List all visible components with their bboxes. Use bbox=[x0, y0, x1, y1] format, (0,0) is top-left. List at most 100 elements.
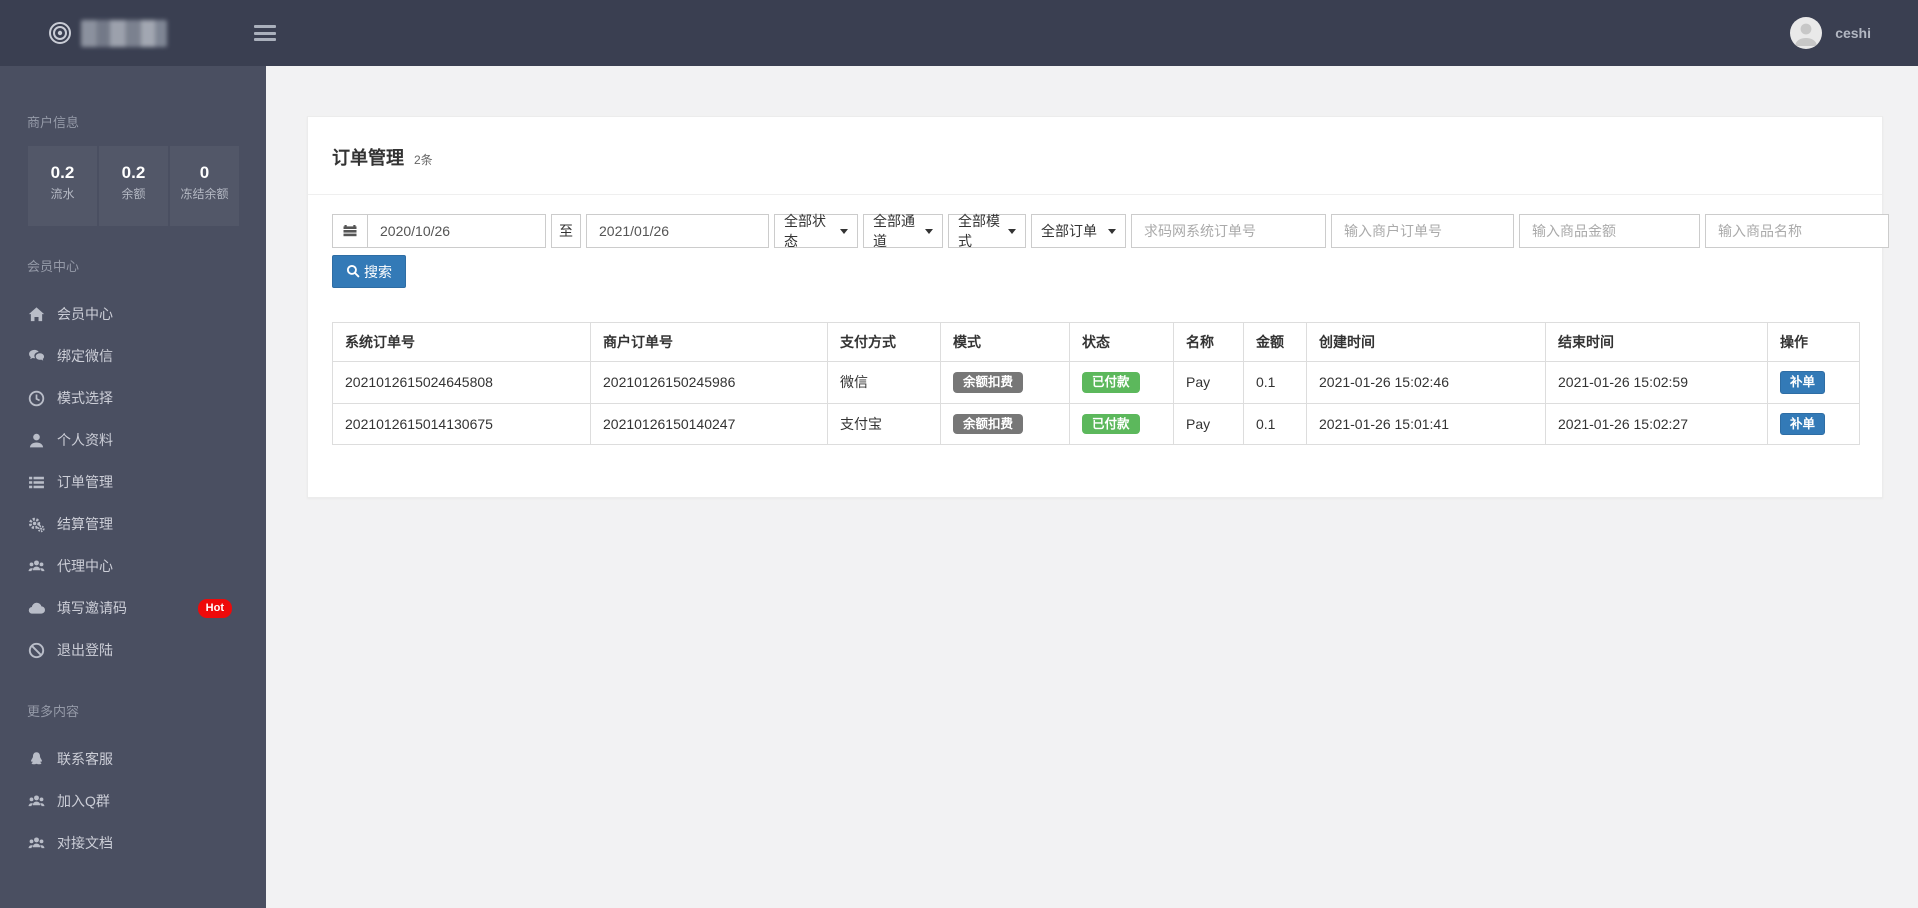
sidebar-item-bind-wechat[interactable]: 绑定微信 bbox=[0, 335, 266, 377]
users-icon bbox=[28, 793, 45, 810]
sidebar-item-member-center[interactable]: 会员中心 bbox=[0, 293, 266, 335]
search-button[interactable]: 搜索 bbox=[332, 255, 406, 288]
system-order-no: 2021012615014130675 bbox=[332, 402, 591, 445]
merchant-order-no-input[interactable] bbox=[1331, 214, 1514, 248]
avatar[interactable] bbox=[1790, 17, 1823, 49]
mode-badge: 余额扣费 bbox=[953, 413, 1024, 434]
wechat-icon bbox=[28, 348, 45, 365]
sidebar-item-contact-support[interactable]: 联系客服 bbox=[0, 738, 266, 780]
mode-badge: 余额扣费 bbox=[953, 372, 1024, 393]
top-navbar: ceshi bbox=[0, 0, 1918, 66]
sidebar-item-mode-select[interactable]: 模式选择 bbox=[0, 377, 266, 419]
reissue-order-button[interactable]: 补单 bbox=[1780, 412, 1826, 435]
cogs-icon bbox=[28, 516, 45, 533]
col-ended-at: 结束时间 bbox=[1545, 322, 1768, 362]
username[interactable]: ceshi bbox=[1835, 25, 1871, 41]
reissue-order-button[interactable]: 补单 bbox=[1780, 371, 1826, 394]
order-count: 2条 bbox=[414, 153, 433, 167]
channel-select[interactable]: 全部通道 bbox=[863, 213, 943, 249]
ended-at: 2021-01-26 15:02:27 bbox=[1545, 402, 1768, 445]
merchant-order-no: 20210126150140247 bbox=[590, 402, 828, 445]
hot-badge: Hot bbox=[197, 598, 232, 618]
users-icon bbox=[28, 558, 45, 575]
status-select[interactable]: 全部状态 bbox=[774, 213, 858, 249]
product-name: Pay bbox=[1173, 361, 1244, 404]
section-label-merchant-info: 商户信息 bbox=[27, 115, 80, 130]
sidebar-item-join-qq-group[interactable]: 加入Q群 bbox=[0, 780, 266, 822]
section-label-member-center: 会员中心 bbox=[27, 259, 80, 274]
col-name: 名称 bbox=[1173, 322, 1244, 362]
col-action: 操作 bbox=[1767, 322, 1860, 362]
ended-at: 2021-01-26 15:02:59 bbox=[1545, 361, 1768, 404]
app-root: ceshi 商户信息 0.2 流水 0.2 余额 0 冻结余额 会员中心 会员中… bbox=[0, 0, 1918, 908]
table-row: 2021012615014130675 20210126150140247 支付… bbox=[332, 402, 1860, 445]
navbar-user-area: ceshi bbox=[1790, 17, 1918, 49]
sidebar-item-agent-center[interactable]: 代理中心 bbox=[0, 545, 266, 587]
date-from-input[interactable] bbox=[367, 214, 546, 248]
status-badge: 已付款 bbox=[1082, 413, 1140, 434]
chevron-down-icon bbox=[1008, 229, 1016, 234]
list-icon bbox=[28, 474, 45, 491]
system-order-no-input[interactable] bbox=[1131, 214, 1326, 248]
col-mode: 模式 bbox=[940, 322, 1070, 362]
col-created-at: 创建时间 bbox=[1306, 322, 1546, 362]
sidebar-menu: 会员中心 绑定微信 模式选择 个人资料 订单管理 结算管理 代理中心 填写邀请码… bbox=[0, 293, 266, 671]
orders-table: 系统订单号 商户订单号 支付方式 模式 状态 名称 金额 创建时间 结束时间 操… bbox=[332, 322, 1860, 445]
chevron-down-icon bbox=[1108, 229, 1116, 234]
table-header-row: 系统订单号 商户订单号 支付方式 模式 状态 名称 金额 创建时间 结束时间 操… bbox=[332, 322, 1860, 362]
sidebar-item-settlement[interactable]: 结算管理 bbox=[0, 503, 266, 545]
sidebar-item-logout[interactable]: 退出登陆 bbox=[0, 629, 266, 671]
page-title: 订单管理 bbox=[332, 148, 404, 168]
mode-select[interactable]: 全部模式 bbox=[948, 213, 1026, 249]
main-content: 订单管理 2条 至 全部状态 全部通道 全部模式 全部订单 bbox=[266, 66, 1918, 908]
card-body: 至 全部状态 全部通道 全部模式 全部订单 搜索 bbox=[308, 195, 1889, 497]
home-icon bbox=[28, 306, 45, 323]
menu-toggle-icon[interactable] bbox=[254, 25, 276, 41]
date-to-input[interactable] bbox=[586, 214, 769, 248]
col-amount: 金额 bbox=[1243, 322, 1307, 362]
col-system-order-no: 系统订单号 bbox=[332, 322, 591, 362]
ban-icon bbox=[28, 642, 45, 659]
stat-turnover: 0.2 流水 bbox=[28, 146, 97, 226]
sidebar-item-profile[interactable]: 个人资料 bbox=[0, 419, 266, 461]
sidebar: 商户信息 0.2 流水 0.2 余额 0 冻结余额 会员中心 会员中心 绑定微信… bbox=[0, 66, 266, 908]
calendar-icon bbox=[332, 214, 368, 248]
logo-blurred-text bbox=[81, 19, 167, 47]
col-merchant-order-no: 商户订单号 bbox=[590, 322, 828, 362]
pay-method: 支付宝 bbox=[827, 402, 941, 445]
sidebar-item-invite-code[interactable]: 填写邀请码 Hot bbox=[0, 587, 266, 629]
status-badge: 已付款 bbox=[1082, 372, 1140, 393]
stat-balance: 0.2 余额 bbox=[99, 146, 168, 226]
section-label-more: 更多内容 bbox=[27, 704, 80, 719]
amount: 0.1 bbox=[1243, 361, 1307, 404]
chevron-down-icon bbox=[925, 229, 933, 234]
order-management-card: 订单管理 2条 至 全部状态 全部通道 全部模式 全部订单 bbox=[307, 116, 1889, 498]
pay-method: 微信 bbox=[827, 361, 941, 404]
amount: 0.1 bbox=[1243, 402, 1307, 445]
sidebar-item-docs[interactable]: 对接文档 bbox=[0, 822, 266, 864]
logo-icon bbox=[48, 21, 72, 45]
merchant-stats: 0.2 流水 0.2 余额 0 冻结余额 bbox=[0, 146, 266, 226]
user-icon bbox=[28, 432, 45, 449]
table-row: 2021012615024645808 20210126150245986 微信… bbox=[332, 361, 1860, 404]
created-at: 2021-01-26 15:01:41 bbox=[1306, 402, 1546, 445]
order-type-select[interactable]: 全部订单 bbox=[1031, 214, 1126, 248]
card-header: 订单管理 2条 bbox=[308, 117, 1882, 195]
qq-icon bbox=[28, 751, 45, 768]
cloud-icon bbox=[28, 600, 45, 617]
created-at: 2021-01-26 15:02:46 bbox=[1306, 361, 1546, 404]
sidebar-item-order-management[interactable]: 订单管理 bbox=[0, 461, 266, 503]
product-amount-input[interactable] bbox=[1519, 214, 1700, 248]
search-icon bbox=[346, 264, 360, 278]
stat-frozen-balance: 0 冻结余额 bbox=[170, 146, 239, 226]
product-name-input[interactable] bbox=[1705, 214, 1889, 248]
system-order-no: 2021012615024645808 bbox=[332, 361, 591, 404]
filter-bar: 至 全部状态 全部通道 全部模式 全部订单 bbox=[332, 213, 1889, 249]
date-from-group bbox=[332, 214, 546, 248]
col-pay-method: 支付方式 bbox=[827, 322, 941, 362]
col-status: 状态 bbox=[1069, 322, 1174, 362]
merchant-order-no: 20210126150245986 bbox=[590, 361, 828, 404]
brand[interactable] bbox=[0, 19, 254, 47]
sidebar-more-menu: 联系客服 加入Q群 对接文档 bbox=[0, 738, 266, 864]
product-name: Pay bbox=[1173, 402, 1244, 445]
